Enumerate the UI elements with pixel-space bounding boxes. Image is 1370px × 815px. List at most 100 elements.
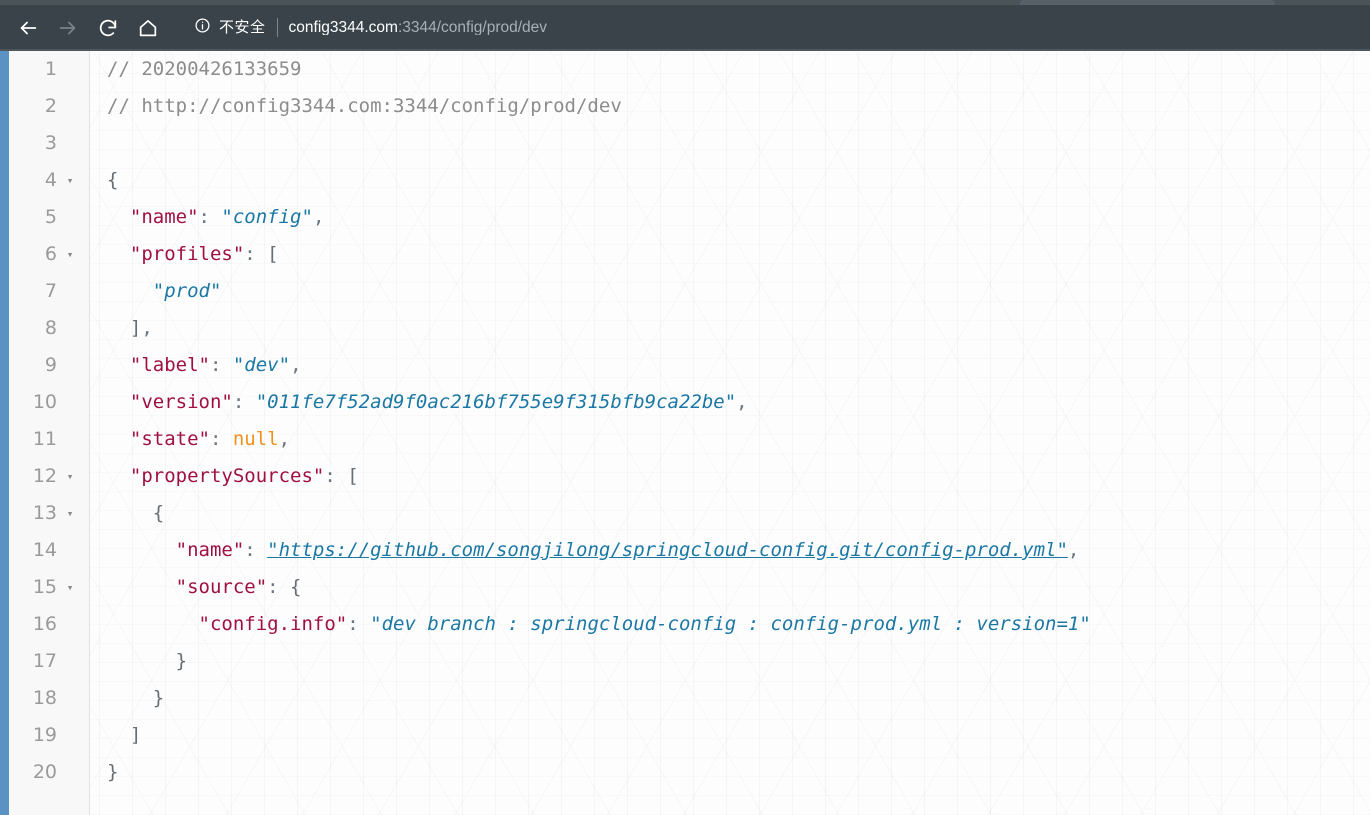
json-token-string: "prod" bbox=[152, 280, 222, 302]
code-line-text: } bbox=[107, 643, 187, 680]
json-token-brace: { bbox=[107, 169, 119, 191]
code-line-text: // http://config3344.com:3344/config/pro… bbox=[107, 88, 622, 125]
line-number: 17 bbox=[32, 650, 57, 672]
json-token-null: null bbox=[232, 428, 279, 450]
json-token-punc: , bbox=[736, 391, 748, 413]
line-number: 9 bbox=[44, 354, 57, 376]
code-line: 16 "config.info": "dev branch : springcl… bbox=[33, 606, 1370, 643]
json-token-string: "config" bbox=[221, 206, 313, 228]
json-token-punc: , bbox=[278, 428, 291, 450]
code-line: 10 "version": "011fe7f52ad9f0ac216bf755e… bbox=[33, 384, 1370, 421]
line-number: 3 bbox=[44, 132, 57, 154]
json-token-punc: , bbox=[1067, 539, 1080, 561]
forward-button[interactable] bbox=[48, 8, 88, 48]
code-line-text: "propertySources": [ bbox=[107, 458, 359, 495]
back-button[interactable] bbox=[8, 8, 48, 48]
code-line-text: ] bbox=[107, 717, 141, 754]
code-line: 11 "state": null, bbox=[33, 421, 1370, 458]
info-circle-icon bbox=[194, 17, 211, 39]
json-token-comment: // 20200426133659 bbox=[107, 58, 302, 80]
code-line: 15 ▾ "source": { bbox=[33, 569, 1370, 606]
json-token-key: "propertySources" bbox=[129, 465, 325, 487]
line-number: 18 bbox=[32, 687, 57, 709]
code-line: 12 ▾ "propertySources": [ bbox=[33, 458, 1370, 495]
json-token-string: "011fe7f52ad9f0ac216bf755e9f315bfb9ca22b… bbox=[255, 391, 737, 413]
line-number: 8 bbox=[44, 317, 57, 339]
line-number: 1 bbox=[44, 58, 57, 80]
json-viewer-page: 1 // 20200426133659 2 // http://config3344.… bbox=[0, 51, 1370, 815]
json-token-punc: : bbox=[232, 391, 256, 413]
code-line: 7 "prod" bbox=[45, 273, 1370, 310]
code-line: 5 "name": "config", bbox=[45, 199, 1370, 236]
line-number: 13 bbox=[32, 502, 57, 524]
code-line: 3 bbox=[45, 125, 1370, 162]
json-token-brace: { bbox=[152, 502, 165, 524]
code-line-text: { bbox=[107, 162, 118, 199]
json-token-string: "dev branch : springcloud-config : confi… bbox=[370, 613, 1091, 635]
json-token-punc: , bbox=[141, 317, 153, 339]
json-token-punc: : bbox=[347, 613, 371, 635]
code-line-text: ], bbox=[107, 310, 153, 347]
code-line: 8 ], bbox=[45, 310, 1370, 347]
json-token-brace: [ bbox=[267, 243, 279, 265]
code-line-text: // 20200426133659 bbox=[107, 51, 301, 88]
code-line: 1 // 20200426133659 bbox=[45, 51, 1370, 88]
line-number: 14 bbox=[32, 539, 57, 561]
code-line: 2 // http://config3344.com:3344/config/pr… bbox=[45, 88, 1370, 125]
json-token-brace: { bbox=[290, 576, 302, 598]
reload-icon bbox=[97, 17, 119, 39]
json-token-brace: [ bbox=[347, 465, 359, 487]
code-line-text: "profiles": [ bbox=[107, 236, 279, 273]
fold-toggle-icon[interactable]: ▾ bbox=[62, 569, 78, 606]
address-bar[interactable]: 不安全 config3344.com:3344/config/prod/dev bbox=[180, 13, 1350, 43]
security-chip[interactable]: 不安全 bbox=[194, 17, 266, 39]
code-line: 18 } bbox=[33, 680, 1370, 717]
reload-button[interactable] bbox=[88, 8, 128, 48]
url-text: config3344.com:3344/config/prod/dev bbox=[289, 20, 548, 36]
json-token-punc: , bbox=[290, 354, 302, 376]
code-line: 4 ▾ { bbox=[45, 162, 1370, 199]
code-line-text: } bbox=[107, 680, 164, 717]
json-token-comment: // http://config3344.com:3344/config/pro… bbox=[107, 95, 622, 117]
home-icon bbox=[137, 17, 159, 39]
line-number: 16 bbox=[32, 613, 57, 635]
line-number: 2 bbox=[44, 95, 57, 117]
json-token-punc: : bbox=[209, 354, 233, 376]
line-number: 20 bbox=[32, 761, 57, 783]
url-path: :3344/config/prod/dev bbox=[397, 19, 548, 36]
fold-toggle-icon[interactable]: ▾ bbox=[62, 162, 78, 199]
json-link[interactable]: "https://github.com/songjilong/springclo… bbox=[267, 539, 1068, 561]
fold-toggle-icon[interactable]: ▾ bbox=[62, 495, 78, 532]
fold-toggle-icon[interactable]: ▾ bbox=[62, 236, 78, 273]
json-token-key: "name" bbox=[129, 206, 199, 228]
json-token-brace: ] bbox=[129, 317, 142, 339]
code-line: 17 } bbox=[33, 643, 1370, 680]
code-line-text: "config.info": "dev branch : springcloud… bbox=[107, 606, 1091, 643]
code-line-text: "state": null, bbox=[107, 421, 290, 458]
json-token-punc: : bbox=[324, 465, 348, 487]
code-line-text: "version": "011fe7f52ad9f0ac216bf755e9f3… bbox=[107, 384, 748, 421]
home-button[interactable] bbox=[128, 8, 168, 48]
line-number: 6 bbox=[44, 243, 57, 265]
omnibox-divider bbox=[276, 18, 278, 37]
line-number: 15 bbox=[32, 576, 57, 598]
json-token-key: "name" bbox=[175, 539, 245, 561]
code-line-text: { bbox=[107, 495, 164, 532]
code-line: 9 "label": "dev", bbox=[45, 347, 1370, 384]
line-number: 10 bbox=[32, 391, 57, 413]
code-line-text: "prod" bbox=[107, 273, 222, 310]
json-token-key: "version" bbox=[129, 391, 233, 413]
security-status-label: 不安全 bbox=[219, 19, 266, 36]
line-number: 11 bbox=[32, 428, 57, 450]
fold-toggle-icon[interactable]: ▾ bbox=[62, 458, 78, 495]
code-line: 20} bbox=[33, 754, 1370, 791]
back-arrow-icon bbox=[17, 17, 39, 39]
browser-chrome: 不安全 config3344.com:3344/config/prod/dev bbox=[0, 0, 1370, 51]
json-token-brace: } bbox=[152, 687, 165, 709]
json-token-key: "config.info" bbox=[198, 613, 348, 635]
json-token-punc: : bbox=[244, 539, 268, 561]
line-number: 12 bbox=[32, 465, 57, 487]
code-line: 19 ] bbox=[33, 717, 1370, 754]
line-number: 5 bbox=[44, 206, 57, 228]
code-line-text: } bbox=[107, 754, 118, 791]
